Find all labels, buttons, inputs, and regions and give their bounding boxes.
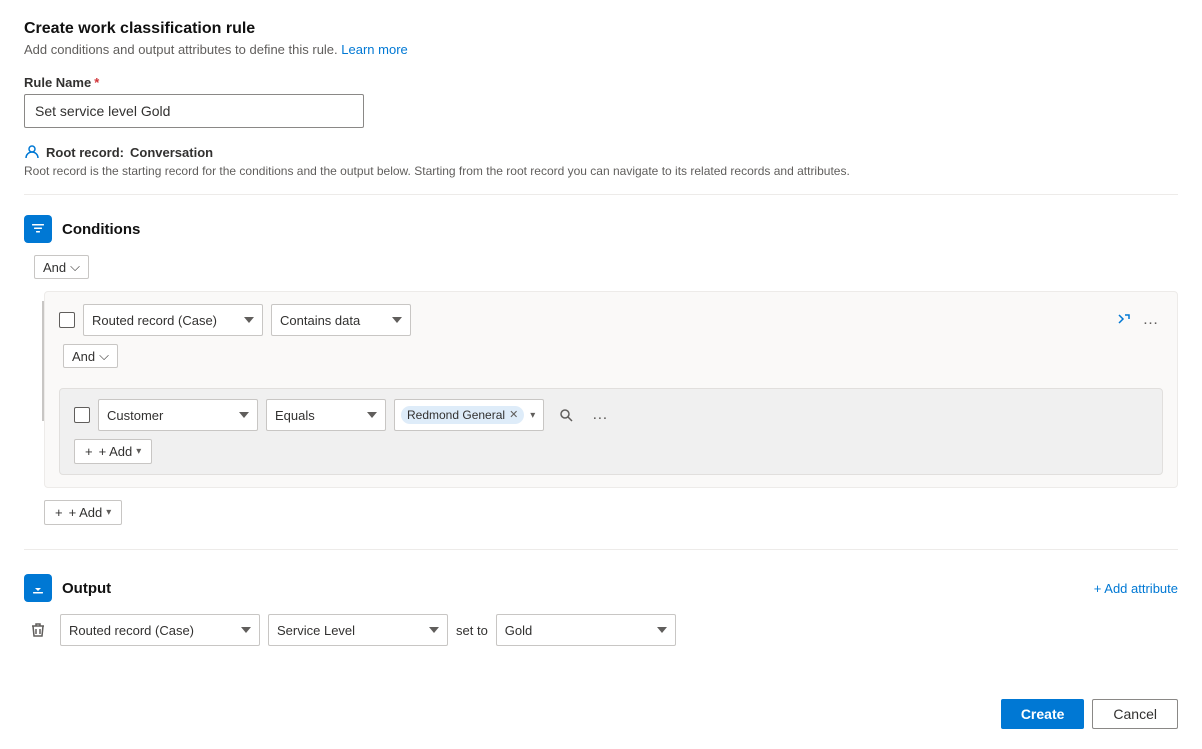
footer-actions: Create Cancel: [1001, 699, 1178, 729]
output-value-select[interactable]: Gold: [496, 614, 676, 646]
add-attribute-button[interactable]: + Add attribute: [1094, 581, 1178, 596]
output-row: Routed record (Case) Service Level set t…: [24, 614, 1178, 646]
output-section: Output + Add attribute Routed record (Ca…: [24, 574, 1178, 646]
output-title: Output: [62, 580, 111, 597]
search-button[interactable]: [552, 401, 580, 429]
more-options-button-2[interactable]: …: [588, 403, 612, 427]
root-record-title: Root record: Conversation: [24, 144, 1178, 160]
tag-chevron-icon[interactable]: ▾: [528, 410, 537, 421]
delete-output-button[interactable]: [24, 616, 52, 644]
more-options-button-1[interactable]: …: [1139, 308, 1163, 332]
inner-add-button[interactable]: + + Add ▾: [74, 439, 152, 464]
create-button[interactable]: Create: [1001, 699, 1085, 729]
inner-add-chevron-icon: ▾: [136, 446, 141, 457]
and-chevron-icon: ⌵: [70, 259, 80, 275]
tag-remove-btn[interactable]: ✕: [509, 410, 518, 421]
condition-checkbox-2[interactable]: [74, 407, 90, 423]
conditions-area: And ⌵ Routed record (Case) Contains data: [24, 255, 1178, 525]
outer-add-chevron-icon: ▾: [106, 507, 111, 518]
value-tag: Redmond General ✕: [401, 406, 524, 424]
output-header-left: Output: [24, 574, 111, 602]
required-indicator: *: [94, 75, 99, 90]
condition-checkbox-1[interactable]: [59, 312, 75, 328]
collapse-button[interactable]: [1117, 313, 1131, 327]
conditions-section-header: Conditions: [24, 215, 1178, 243]
set-to-label: set to: [456, 623, 488, 638]
page-subtitle: Add conditions and output attributes to …: [24, 42, 1178, 57]
page-title: Create work classification rule: [24, 20, 1178, 38]
inner-and-dropdown[interactable]: And ⌵: [63, 344, 118, 368]
rule-name-label: Rule Name *: [24, 75, 1178, 90]
output-icon: [24, 574, 52, 602]
person-icon: [24, 144, 40, 160]
condition-row-2: Customer Equals Redmond General ✕ ▾: [74, 399, 1148, 431]
inner-and-chevron-icon: ⌵: [99, 348, 109, 364]
learn-more-link[interactable]: Learn more: [341, 42, 407, 57]
output-header: Output + Add attribute: [24, 574, 1178, 602]
inner-condition-group: Customer Equals Redmond General ✕ ▾: [59, 388, 1163, 475]
rule-name-input[interactable]: [24, 94, 364, 128]
output-field-select[interactable]: Service Level: [268, 614, 448, 646]
value-tag-container: Redmond General ✕ ▾: [394, 399, 544, 431]
root-record-description: Root record is the starting record for t…: [24, 164, 1178, 178]
and-operator-dropdown[interactable]: And ⌵: [34, 255, 89, 279]
condition-row-1: Routed record (Case) Contains data …: [59, 304, 1163, 336]
contains-data-select[interactable]: Contains data: [271, 304, 411, 336]
section-divider: [24, 549, 1178, 550]
customer-attribute-select[interactable]: Customer: [98, 399, 258, 431]
cancel-button[interactable]: Cancel: [1092, 699, 1178, 729]
equals-operator-select[interactable]: Equals: [266, 399, 386, 431]
condition-group-outer: Routed record (Case) Contains data …: [44, 291, 1178, 488]
routed-record-select[interactable]: Routed record (Case): [83, 304, 263, 336]
conditions-title: Conditions: [62, 221, 140, 238]
conditions-icon: [24, 215, 52, 243]
outer-add-button[interactable]: + + Add ▾: [44, 500, 122, 525]
output-record-select[interactable]: Routed record (Case): [60, 614, 260, 646]
